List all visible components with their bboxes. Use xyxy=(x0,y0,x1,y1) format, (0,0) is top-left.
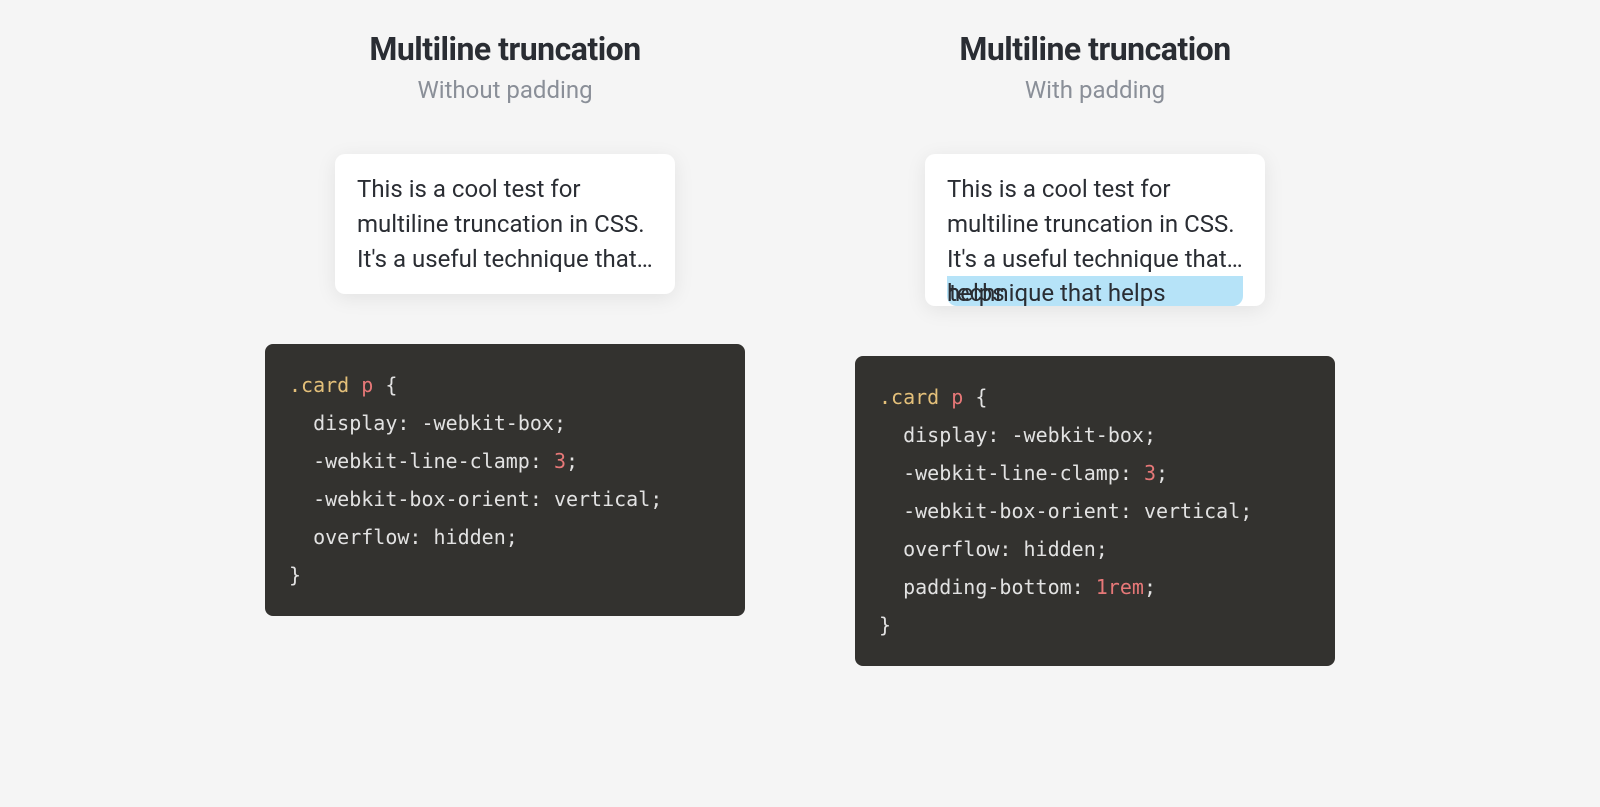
example-with-padding: Multiline truncation With padding This i… xyxy=(855,30,1335,807)
overflow-peek-line: technique that helps xyxy=(947,276,1243,306)
code-selector-class: .card xyxy=(289,373,349,397)
code-prop-box-orient: -webkit-box-orient xyxy=(313,487,530,511)
code-val-line-clamp: 3 xyxy=(1144,461,1156,485)
code-selector-tag: p xyxy=(361,373,373,397)
code-prop-display: display xyxy=(313,411,397,435)
demo-card-without-padding: This is a cool test for multiline trunca… xyxy=(335,154,675,294)
demo-text: This is a cool test for multiline trunca… xyxy=(357,172,653,276)
code-prop-line-clamp: -webkit-line-clamp xyxy=(313,449,530,473)
code-prop-box-orient: -webkit-box-orient xyxy=(903,499,1120,523)
code-block-with-padding: .card p { display: -webkit-box; -webkit-… xyxy=(855,356,1335,666)
example-without-padding: Multiline truncation Without padding Thi… xyxy=(265,30,745,807)
code-selector-class: .card xyxy=(879,385,939,409)
code-brace-open: { xyxy=(975,385,987,409)
code-val-box-orient: vertical xyxy=(554,487,650,511)
code-val-box-orient: vertical xyxy=(1144,499,1240,523)
code-brace-close: } xyxy=(289,563,301,587)
demo-card-with-padding: This is a cool test for multiline trunca… xyxy=(925,154,1265,306)
code-prop-overflow: overflow xyxy=(313,525,409,549)
code-prop-padding-bottom: padding-bottom xyxy=(903,575,1072,599)
code-brace-close: } xyxy=(879,613,891,637)
code-val-padding-bottom: 1rem xyxy=(1096,575,1144,599)
subtitle: Without padding xyxy=(417,76,592,104)
code-val-line-clamp: 3 xyxy=(554,449,566,473)
code-val-display: -webkit-box xyxy=(421,411,553,435)
code-prop-line-clamp: -webkit-line-clamp xyxy=(903,461,1120,485)
code-val-overflow: hidden xyxy=(1024,537,1096,561)
code-brace-open: { xyxy=(385,373,397,397)
code-selector-tag: p xyxy=(951,385,963,409)
code-block-without-padding: .card p { display: -webkit-box; -webkit-… xyxy=(265,344,745,616)
code-val-overflow: hidden xyxy=(434,525,506,549)
title: Multiline truncation xyxy=(959,30,1230,68)
code-val-display: -webkit-box xyxy=(1011,423,1143,447)
title: Multiline truncation xyxy=(369,30,640,68)
code-prop-display: display xyxy=(903,423,987,447)
subtitle: With padding xyxy=(1025,76,1165,104)
code-prop-overflow: overflow xyxy=(903,537,999,561)
